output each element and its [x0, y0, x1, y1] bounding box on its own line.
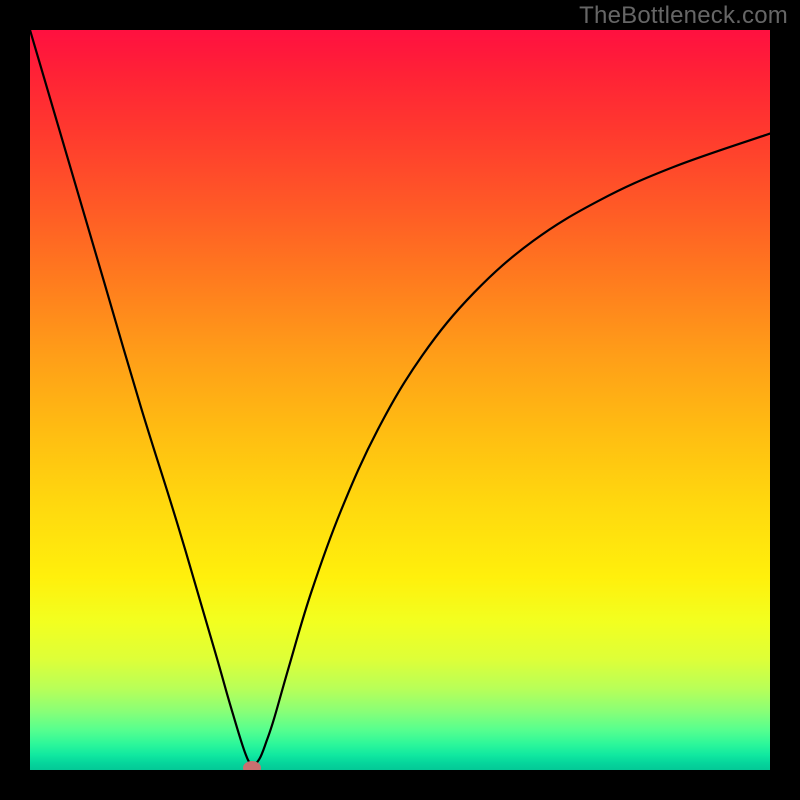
curve-svg [30, 30, 770, 770]
optimal-point-marker [243, 761, 261, 770]
bottleneck-curve [30, 30, 770, 764]
watermark-text: TheBottleneck.com [579, 2, 788, 30]
chart-container: TheBottleneck.com [0, 0, 800, 800]
plot-area [30, 30, 770, 770]
